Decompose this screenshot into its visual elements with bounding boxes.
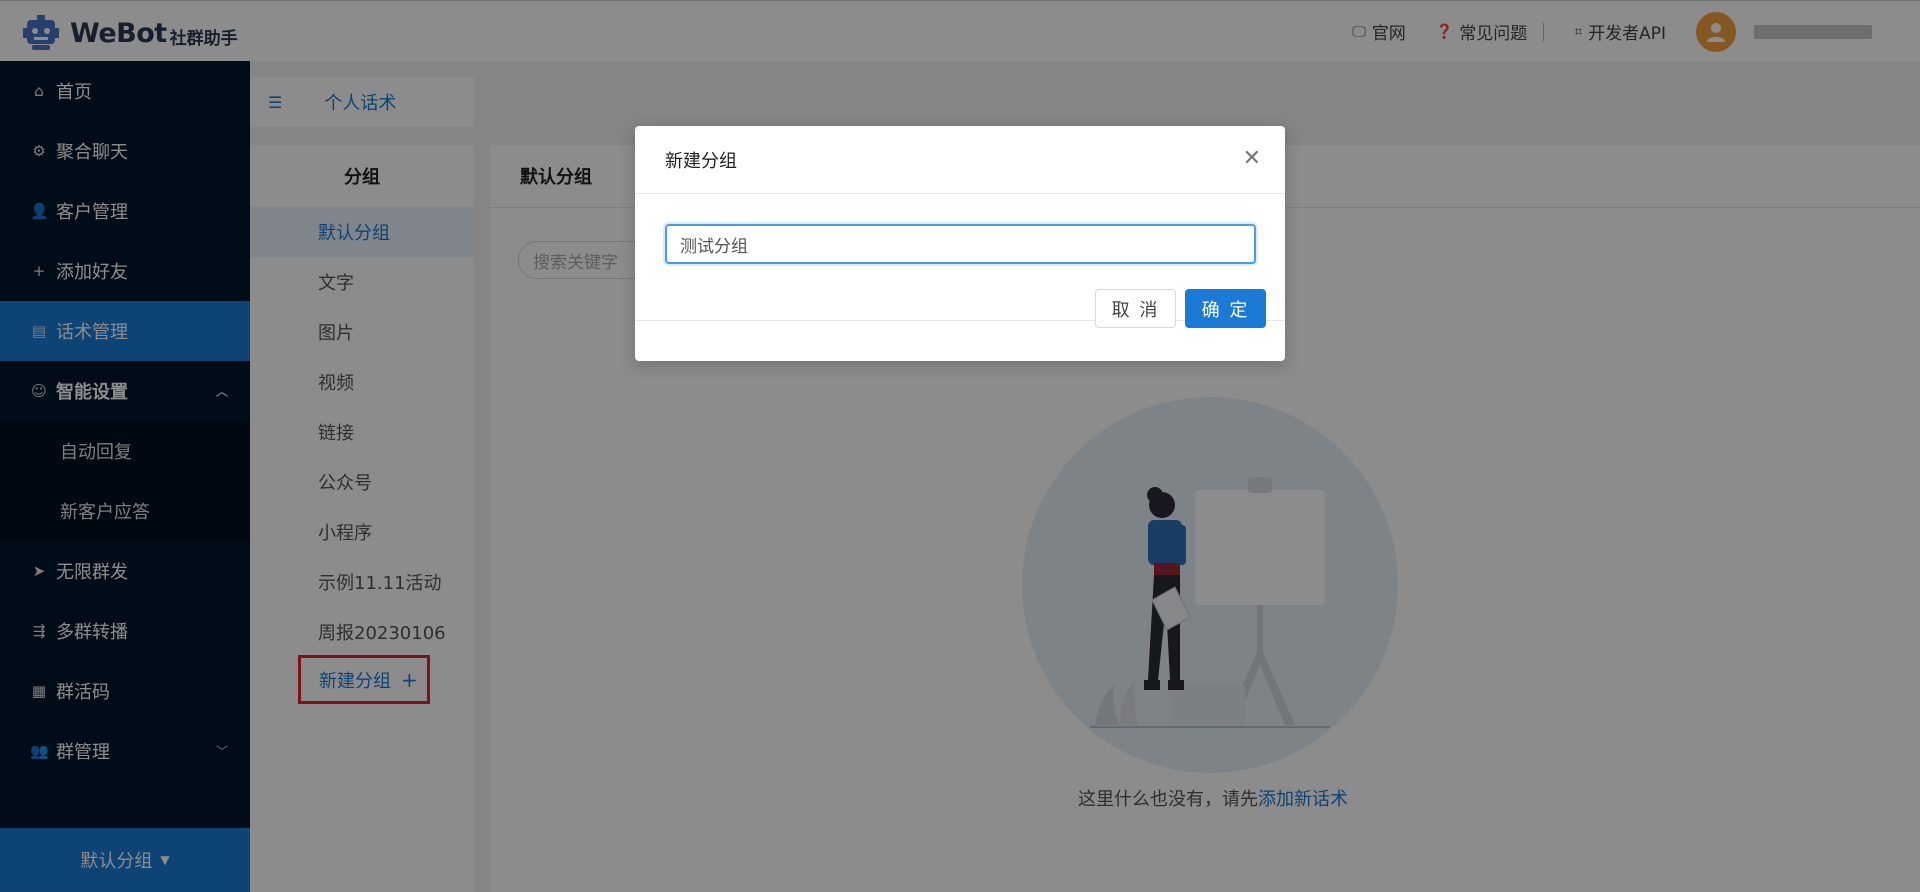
close-icon[interactable]: ✕ <box>1243 148 1261 170</box>
app: WeBot 社群助手 🖵 官网 ❓ 常见问题 ⌗ 开发者API ⌂ 首页 ⚙ 聚… <box>0 0 1920 892</box>
cancel-button[interactable]: 取 消 <box>1095 289 1176 328</box>
dialog-footer: 取 消 确 定 <box>635 289 1285 361</box>
confirm-button[interactable]: 确 定 <box>1185 289 1266 328</box>
dialog-header: 新建分组 ✕ <box>635 126 1285 194</box>
group-name-input[interactable] <box>665 224 1256 264</box>
dialog-title: 新建分组 <box>665 150 737 172</box>
new-group-dialog: 新建分组 ✕ 取 消 确 定 <box>635 126 1285 361</box>
